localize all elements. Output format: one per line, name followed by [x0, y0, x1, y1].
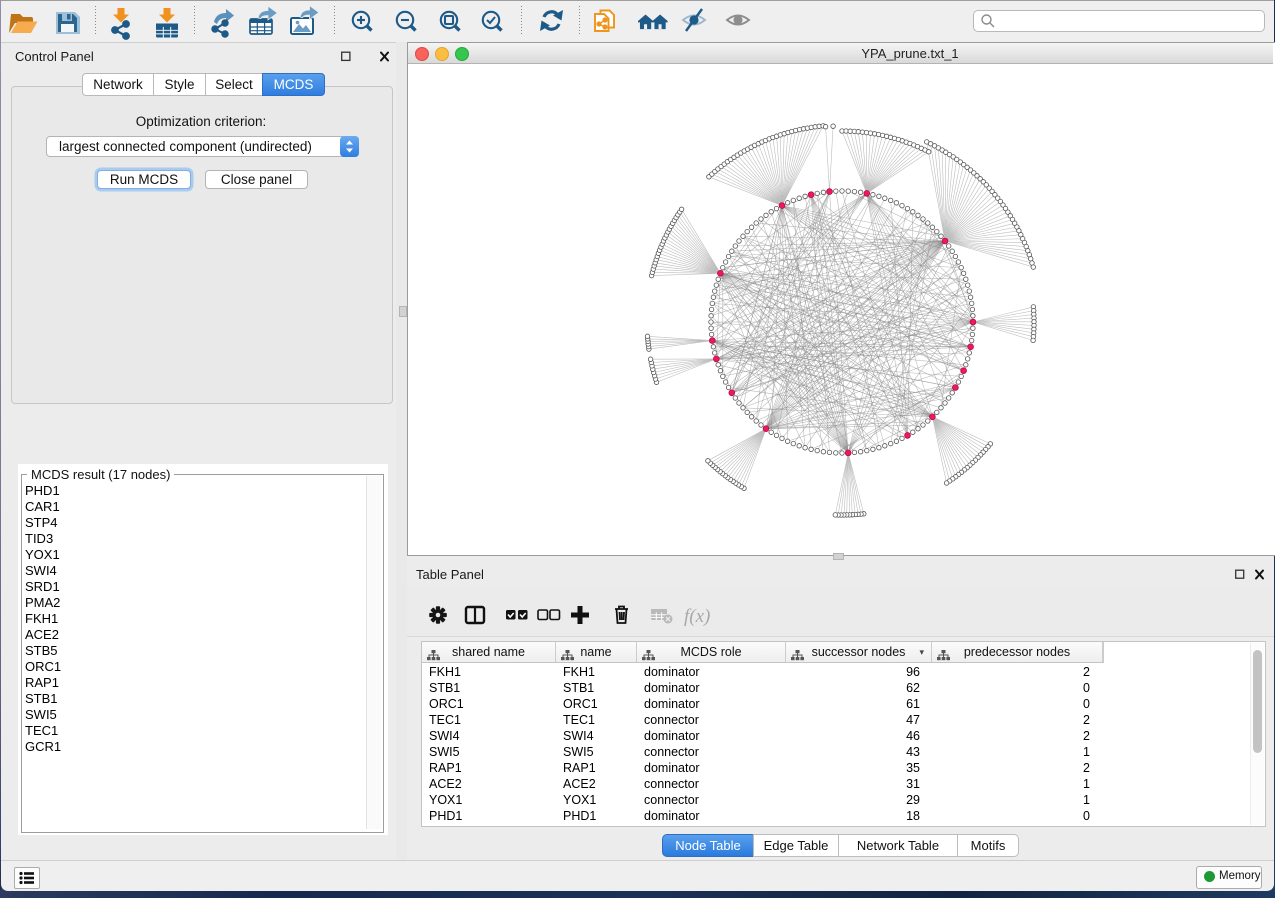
svg-text:f(x): f(x) [684, 606, 710, 627]
